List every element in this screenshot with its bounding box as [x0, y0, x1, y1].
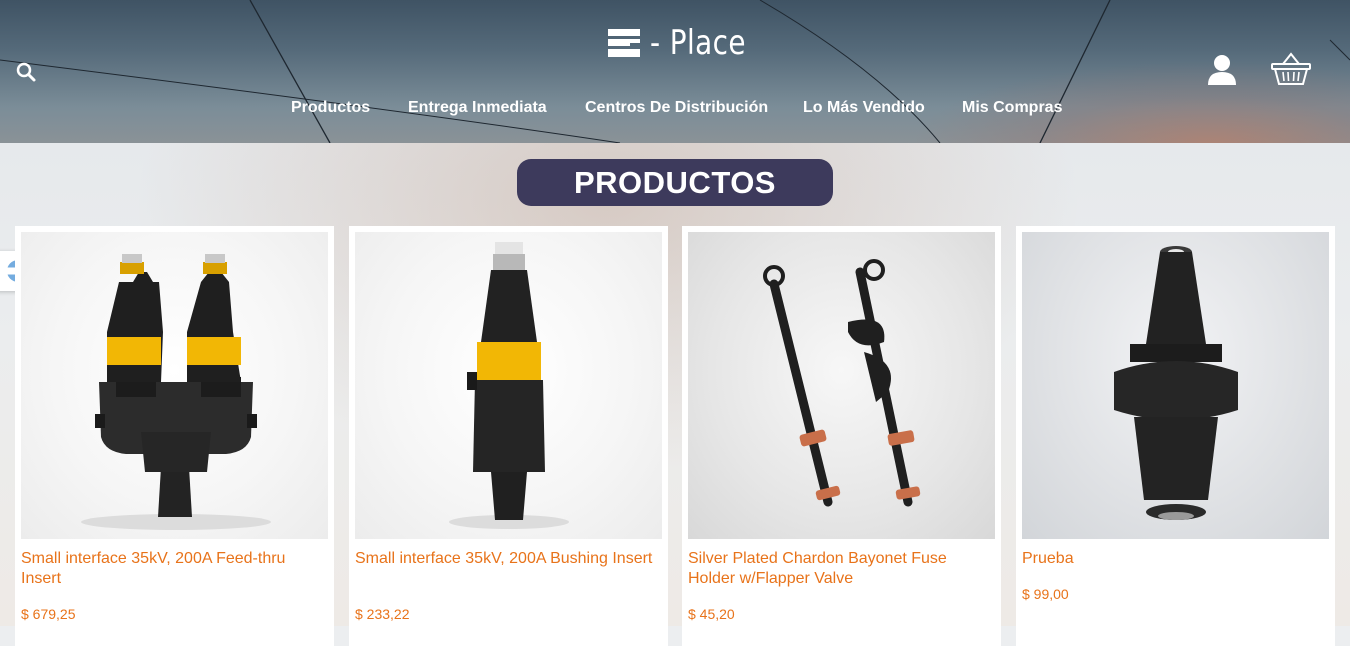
- search-icon: [16, 62, 36, 82]
- site-header: - Place Productos Entrega Inmediata Cent…: [0, 0, 1350, 143]
- product-image[interactable]: [355, 232, 662, 539]
- user-icon: [1208, 55, 1236, 85]
- product-card[interactable]: Small interface 35kV, 200A Bushing Inser…: [349, 226, 668, 646]
- logo-text: - Place: [650, 23, 746, 63]
- product-title[interactable]: Small interface 35kV, 200A Bushing Inser…: [355, 549, 655, 569]
- product-title[interactable]: Prueba: [1022, 549, 1322, 569]
- nav-mis-compras[interactable]: Mis Compras: [962, 99, 1062, 117]
- product-title[interactable]: Silver Plated Chardon Bayonet Fuse Holde…: [688, 549, 988, 589]
- product-price: $ 99,00: [1022, 586, 1069, 602]
- site-logo[interactable]: - Place: [606, 22, 767, 64]
- product-card[interactable]: Prueba $ 99,00: [1016, 226, 1335, 646]
- product-price: $ 45,20: [688, 606, 735, 622]
- bushing-well-image: [1114, 246, 1238, 520]
- logo-mark-icon: [606, 25, 642, 61]
- product-image[interactable]: [688, 232, 995, 539]
- product-price: $ 233,22: [355, 606, 410, 622]
- product-image[interactable]: [1022, 232, 1329, 539]
- product-image[interactable]: [21, 232, 328, 539]
- section-title: PRODUCTOS: [517, 159, 833, 206]
- product-card[interactable]: Small interface 35kV, 200A Feed-thru Ins…: [15, 226, 334, 646]
- cart-button[interactable]: [1270, 52, 1312, 88]
- nav-lo-mas-vendido[interactable]: Lo Más Vendido: [803, 99, 925, 117]
- nav-entrega-inmediata[interactable]: Entrega Inmediata: [408, 99, 547, 117]
- basket-icon: [1271, 52, 1311, 85]
- product-card[interactable]: Silver Plated Chardon Bayonet Fuse Holde…: [682, 226, 1001, 646]
- account-button[interactable]: [1204, 52, 1240, 88]
- search-button[interactable]: [14, 60, 38, 84]
- bushing-insert-image: [449, 242, 569, 529]
- nav-centros-de-distribucion[interactable]: Centros De Distribución: [585, 99, 768, 117]
- main-nav: Productos Entrega Inmediata Centros De D…: [0, 99, 1350, 123]
- feed-thru-insert-image: [81, 254, 271, 530]
- product-title[interactable]: Small interface 35kV, 200A Feed-thru Ins…: [21, 549, 321, 589]
- fuse-holder-image: [763, 259, 921, 507]
- product-price: $ 679,25: [21, 606, 76, 622]
- nav-productos[interactable]: Productos: [291, 99, 370, 117]
